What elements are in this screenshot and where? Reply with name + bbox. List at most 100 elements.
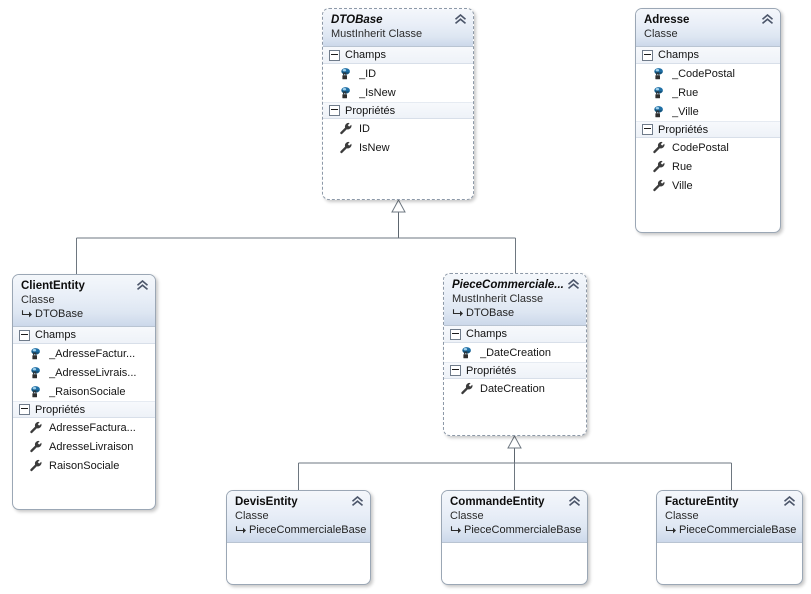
class-shape-header[interactable]: DevisEntity Classe PieceCommercialeBase <box>227 491 370 543</box>
member-name: RaisonSociale <box>49 459 120 472</box>
arrowhead-to-piececommerciale <box>507 434 522 449</box>
collapse-chevron-icon[interactable] <box>761 13 774 25</box>
member-name: _IsNew <box>359 86 396 99</box>
member-row[interactable]: _Rue <box>636 83 780 102</box>
collapse-chevron-icon[interactable] <box>454 13 467 25</box>
collapse-minus-icon[interactable] <box>19 329 30 341</box>
field-icon <box>652 67 666 80</box>
member-row[interactable]: _CodePostal <box>636 64 780 83</box>
class-shape-piececommerciale[interactable]: PieceCommerciale... MustInherit Classe D… <box>443 273 587 436</box>
collapse-minus-icon[interactable] <box>642 49 653 61</box>
collapse-chevron-icon[interactable] <box>567 278 580 290</box>
class-shape-commandeentity[interactable]: CommandeEntity Classe PieceCommercialeBa… <box>441 490 588 585</box>
member-row[interactable]: RaisonSociale <box>13 456 155 475</box>
collapse-minus-icon[interactable] <box>329 49 340 61</box>
class-name-piececommerciale: PieceCommerciale... <box>452 279 564 291</box>
member-row[interactable]: _IsNew <box>323 83 473 102</box>
class-stereotype: Classe <box>644 28 678 40</box>
compartment-header[interactable]: Champs <box>444 326 586 343</box>
collapse-minus-icon[interactable] <box>450 328 461 340</box>
member-row[interactable]: _DateCreation <box>444 343 586 362</box>
member-name: _Ville <box>672 105 699 118</box>
compartment-header[interactable]: Propriétés <box>323 102 473 119</box>
class-shape-body <box>442 543 587 579</box>
member-row[interactable]: AdresseFactura... <box>13 418 155 437</box>
class-shape-body: Champs _CodePostal _Rue _Ville Propriétés Cod… <box>636 47 780 195</box>
property-icon <box>339 122 353 135</box>
member-name: _RaisonSociale <box>49 385 126 398</box>
class-base-name: DTOBase <box>466 307 515 319</box>
member-row[interactable]: AdresseLivraison <box>13 437 155 456</box>
compartment-label: Propriétés <box>345 104 396 117</box>
field-icon <box>29 347 43 360</box>
class-stereotype: MustInherit Classe <box>452 293 544 305</box>
class-shape-body: Champs _AdresseFactur... _AdresseLivrais..… <box>13 327 155 475</box>
compartment-header[interactable]: Propriétés <box>444 362 586 379</box>
class-shape-factureentity[interactable]: FactureEntity Classe PieceCommercialeBas… <box>656 490 803 585</box>
class-shape-adresse[interactable]: Adresse Classe Champs _CodePostal _Rue _Vil… <box>635 8 781 233</box>
member-name: ID <box>359 122 370 135</box>
field-icon <box>29 385 43 398</box>
compartment-label: Propriétés <box>658 123 709 136</box>
class-stereotype: Classe <box>665 510 699 522</box>
class-base-name: DTOBase <box>35 308 84 320</box>
member-row[interactable]: CodePostal <box>636 138 780 157</box>
collapse-chevron-icon[interactable] <box>783 495 796 507</box>
compartment-header[interactable]: Propriétés <box>636 121 780 138</box>
member-name: IsNew <box>359 141 390 154</box>
member-name: CodePostal <box>672 141 729 154</box>
compartment-label: Propriétés <box>35 403 86 416</box>
class-base-name: PieceCommercialeBase <box>249 524 367 536</box>
class-shape-header[interactable]: CommandeEntity Classe PieceCommercialeBa… <box>442 491 587 543</box>
member-row[interactable]: DateCreation <box>444 379 586 398</box>
class-stereotype: Classe <box>21 294 55 306</box>
compartment-label: Champs <box>466 328 507 340</box>
collapse-minus-icon[interactable] <box>329 105 340 116</box>
inheritance-arrow-icon <box>21 309 32 319</box>
member-row[interactable]: _AdresseLivrais... <box>13 363 155 382</box>
member-row[interactable]: Rue <box>636 157 780 176</box>
class-shape-header[interactable]: PieceCommerciale... MustInherit Classe D… <box>444 274 586 326</box>
property-icon <box>29 459 43 472</box>
inheritance-arrow-icon <box>665 525 676 535</box>
class-name-adresse: Adresse <box>644 14 690 26</box>
class-shape-header[interactable]: FactureEntity Classe PieceCommercialeBas… <box>657 491 802 543</box>
field-icon <box>652 86 666 99</box>
member-row[interactable]: _RaisonSociale <box>13 382 155 401</box>
class-stereotype: MustInherit Classe <box>331 28 423 40</box>
member-row[interactable]: IsNew <box>323 138 473 157</box>
arrowhead-to-dtobase <box>391 198 406 213</box>
class-shape-dtobase[interactable]: DTOBase MustInherit Classe Champs _ID _IsN… <box>322 8 474 200</box>
collapse-minus-icon[interactable] <box>19 404 30 415</box>
property-icon <box>652 160 666 173</box>
collapse-minus-icon[interactable] <box>450 365 461 376</box>
class-base-row: PieceCommercialeBase <box>235 523 366 537</box>
compartment-header[interactable]: Propriétés <box>13 401 155 418</box>
member-row[interactable]: ID <box>323 119 473 138</box>
member-row[interactable]: _Ville <box>636 102 780 121</box>
member-row[interactable]: Ville <box>636 176 780 195</box>
class-shape-header[interactable]: ClientEntity Classe DTOBase <box>13 275 155 327</box>
class-name-devisentity: DevisEntity <box>235 496 298 508</box>
class-shape-cliententity[interactable]: ClientEntity Classe DTOBase Champs _Adres… <box>12 274 156 510</box>
class-shape-header[interactable]: DTOBase MustInherit Classe <box>323 9 473 47</box>
member-name: _Rue <box>672 86 699 99</box>
inheritance-arrow-icon <box>235 525 246 535</box>
member-row[interactable]: _ID <box>323 64 473 83</box>
collapse-chevron-icon[interactable] <box>568 495 581 507</box>
compartment-header[interactable]: Champs <box>323 47 473 64</box>
collapse-chevron-icon[interactable] <box>351 495 364 507</box>
member-name: DateCreation <box>480 382 545 395</box>
property-icon <box>652 179 666 192</box>
member-row[interactable]: _AdresseFactur... <box>13 344 155 363</box>
compartment-header[interactable]: Champs <box>636 47 780 64</box>
class-shape-header[interactable]: Adresse Classe <box>636 9 780 47</box>
member-name: Rue <box>672 160 693 173</box>
compartment-header[interactable]: Champs <box>13 327 155 344</box>
collapse-minus-icon[interactable] <box>642 124 653 135</box>
class-shape-devisentity[interactable]: DevisEntity Classe PieceCommercialeBase <box>226 490 371 585</box>
collapse-chevron-icon[interactable] <box>136 279 149 291</box>
class-name-cliententity: ClientEntity <box>21 280 85 292</box>
class-base-name: PieceCommercialeBase <box>464 524 582 536</box>
member-name: _DateCreation <box>480 346 551 359</box>
